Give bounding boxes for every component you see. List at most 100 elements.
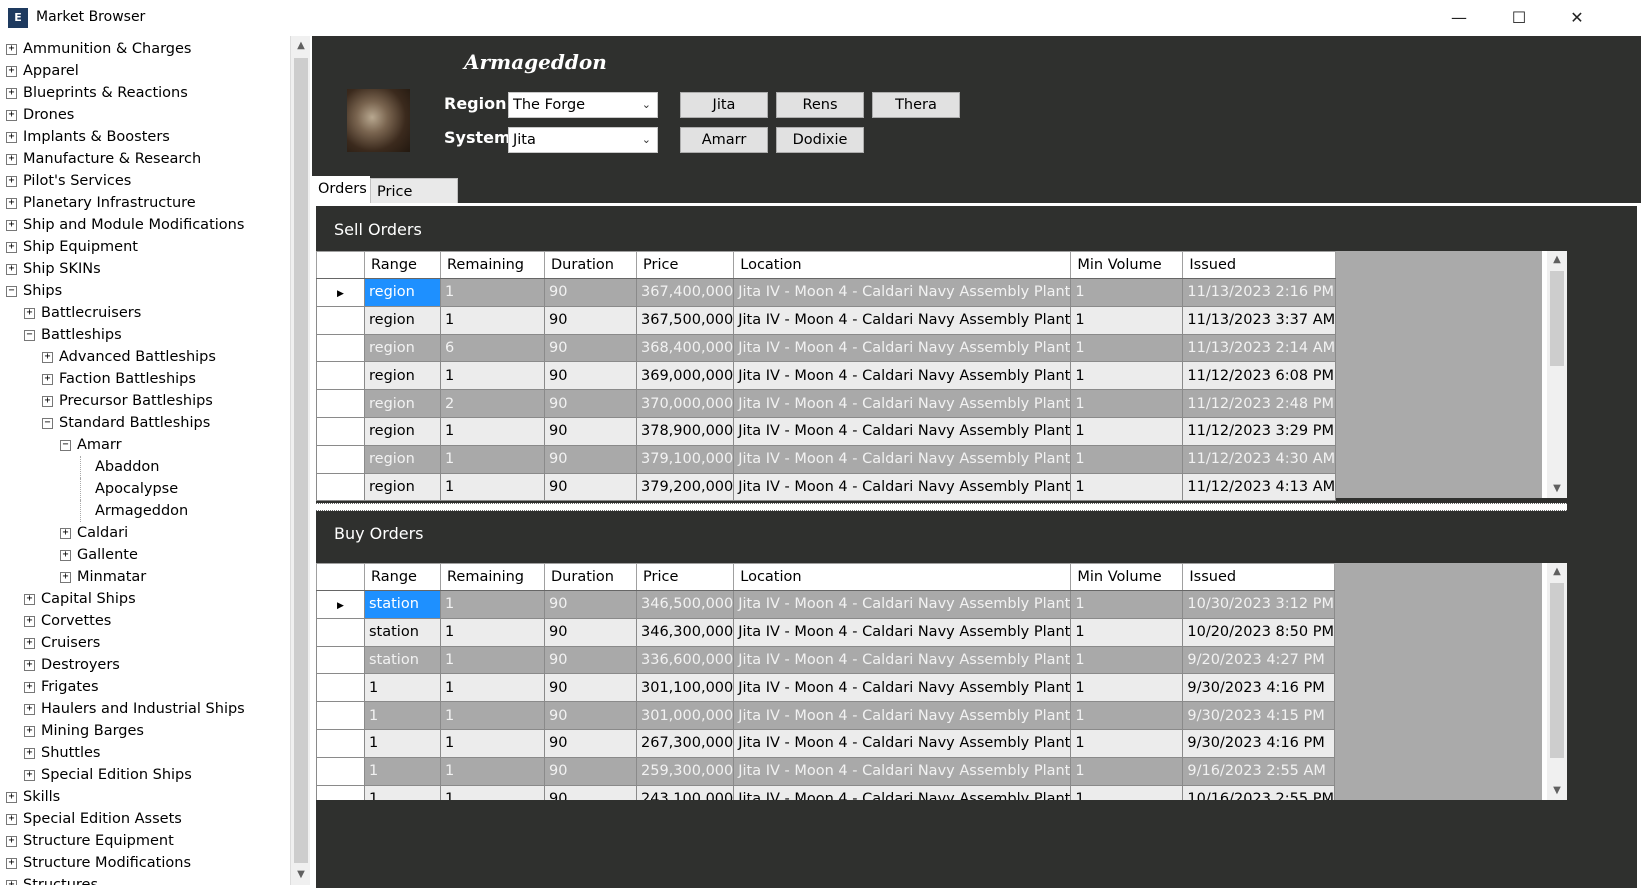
table-cell[interactable]: 1 — [1070, 333, 1184, 363]
table-cell[interactable]: 11/12/2023 3:29 PM — [1182, 416, 1337, 446]
table-cell[interactable]: 11/12/2023 6:08 PM — [1182, 361, 1337, 391]
table-cell[interactable]: 11/13/2023 3:37 AM — [1182, 305, 1337, 335]
row-header[interactable] — [316, 472, 365, 502]
table-cell[interactable]: 367,400,000 — [635, 278, 735, 307]
table-cell[interactable]: Jita IV - Moon 4 - Caldari Navy Assembly… — [733, 305, 1072, 335]
tab-price-history[interactable]: Price History — [370, 178, 458, 227]
tree-item[interactable]: Abaddon — [0, 456, 289, 478]
table-cell[interactable]: 301,000,000 — [635, 701, 735, 730]
table-cell[interactable]: station — [364, 645, 441, 675]
tree-item[interactable]: + Capital Ships — [0, 588, 289, 610]
table-cell[interactable]: Jita IV - Moon 4 - Caldari Navy Assembly… — [733, 673, 1072, 703]
table-cell[interactable]: region — [364, 305, 441, 335]
expand-icon[interactable]: + — [6, 110, 17, 121]
row-header[interactable] — [316, 673, 365, 703]
table-cell[interactable]: 11/12/2023 4:30 AM — [1182, 444, 1337, 474]
hub-button-thera[interactable]: Thera — [872, 92, 960, 118]
table-cell[interactable]: 11/13/2023 2:16 PM — [1182, 278, 1337, 307]
table-cell[interactable]: 1 — [440, 756, 545, 786]
table-cell[interactable]: 1 — [440, 728, 545, 758]
expand-icon[interactable]: + — [60, 572, 71, 583]
expand-icon[interactable]: + — [24, 594, 35, 605]
table-row[interactable]: region 1 90 378,900,000 Jita IV - Moon 4 - C… — [316, 416, 1337, 446]
table-cell[interactable]: station — [364, 590, 441, 619]
tree-item[interactable]: + Haulers and Industrial Ships — [0, 698, 289, 720]
expand-icon[interactable]: + — [24, 726, 35, 737]
tree-item[interactable]: + Faction Battleships — [0, 368, 289, 390]
column-header[interactable]: Price — [635, 251, 735, 279]
row-header[interactable] — [316, 728, 365, 758]
row-header[interactable]: ▶ — [316, 278, 365, 307]
table-cell[interactable]: 90 — [544, 444, 637, 474]
row-header[interactable] — [316, 617, 365, 647]
row-header[interactable] — [316, 389, 365, 418]
table-cell[interactable]: Jita IV - Moon 4 - Caldari Navy Assembly… — [733, 645, 1072, 675]
tree-item[interactable]: + Blueprints & Reactions — [0, 82, 289, 104]
table-cell[interactable]: 1 — [440, 701, 545, 730]
table-cell[interactable]: 1 — [1070, 728, 1184, 758]
tree-item[interactable]: − Standard Battleships — [0, 412, 289, 434]
expand-icon[interactable]: + — [6, 264, 17, 275]
table-cell[interactable]: 10/20/2023 8:50 PM — [1182, 617, 1335, 647]
table-cell[interactable]: region — [364, 416, 441, 446]
expand-icon[interactable]: + — [24, 616, 35, 627]
tab-orders[interactable]: Orders — [312, 176, 370, 205]
table-cell[interactable]: 10/16/2023 2:55 PM — [1182, 784, 1335, 800]
table-cell[interactable]: 6 — [440, 333, 545, 363]
tree-item[interactable]: + Corvettes — [0, 610, 289, 632]
table-cell[interactable]: 9/16/2023 2:55 AM — [1182, 756, 1335, 786]
expand-icon[interactable]: + — [60, 528, 71, 539]
table-cell[interactable]: region — [364, 333, 441, 363]
table-cell[interactable]: 379,200,000 — [635, 472, 735, 502]
row-header[interactable] — [316, 305, 365, 335]
table-row[interactable]: 1 1 90 267,300,000 Jita IV - Moon 4 - Caldar… — [316, 728, 1335, 758]
table-cell[interactable]: 1 — [1070, 645, 1184, 675]
expand-icon[interactable]: + — [42, 374, 53, 385]
table-cell[interactable]: 346,300,000 — [635, 617, 735, 647]
table-cell[interactable]: 9/30/2023 4:15 PM — [1182, 701, 1335, 730]
expand-icon[interactable]: + — [24, 704, 35, 715]
table-row[interactable]: 1 1 90 243,100,000 Jita IV - Moon 4 - Caldar… — [316, 784, 1335, 800]
table-cell[interactable]: 11/12/2023 2:48 PM — [1182, 389, 1337, 418]
collapse-icon[interactable]: − — [60, 440, 71, 451]
table-cell[interactable]: 1 — [440, 472, 545, 502]
table-row[interactable]: region 1 90 379,100,000 Jita IV - Moon 4 - C… — [316, 444, 1337, 474]
table-cell[interactable]: 1 — [440, 617, 545, 647]
table-cell[interactable]: 1 — [1070, 673, 1184, 703]
table-cell[interactable]: 90 — [544, 756, 637, 786]
column-header[interactable]: Price — [635, 563, 735, 591]
row-header[interactable] — [316, 444, 365, 474]
expand-icon[interactable]: + — [24, 748, 35, 759]
tree-item[interactable]: + Special Edition Ships — [0, 764, 289, 786]
table-cell[interactable]: 1 — [364, 728, 441, 758]
table-cell[interactable]: 90 — [544, 673, 637, 703]
table-cell[interactable]: Jita IV - Moon 4 - Caldari Navy Assembly… — [733, 361, 1072, 391]
table-cell[interactable]: Jita IV - Moon 4 - Caldari Navy Assembly… — [733, 728, 1072, 758]
table-cell[interactable]: 2 — [440, 389, 545, 418]
expand-icon[interactable]: + — [24, 770, 35, 781]
maximize-button[interactable]: ☐ — [1490, 0, 1548, 36]
hub-button-rens[interactable]: Rens — [776, 92, 864, 118]
table-cell[interactable]: region — [364, 472, 441, 502]
table-row[interactable]: region 1 90 367,500,000 Jita IV - Moon 4 - C… — [316, 305, 1337, 335]
system-select[interactable]: Jita ⌄ — [508, 127, 658, 153]
tree-item[interactable]: + Structure Modifications — [0, 852, 289, 874]
table-cell[interactable]: 1 — [1070, 701, 1184, 730]
tree-item[interactable]: + Shuttles — [0, 742, 289, 764]
tree-item[interactable]: + Mining Barges — [0, 720, 289, 742]
table-cell[interactable]: 1 — [440, 784, 545, 800]
tree-item[interactable]: + Caldari — [0, 522, 289, 544]
scroll-down-icon[interactable]: ▼ — [291, 865, 310, 885]
table-cell[interactable]: 1 — [1070, 389, 1184, 418]
expand-icon[interactable]: + — [6, 814, 17, 825]
table-cell[interactable]: Jita IV - Moon 4 - Caldari Navy Assembly… — [733, 389, 1072, 418]
tree-item[interactable]: + Manufacture & Research — [0, 148, 289, 170]
table-cell[interactable]: 368,400,000 — [635, 333, 735, 363]
tree-item[interactable]: + Skills — [0, 786, 289, 808]
tree-item[interactable]: + Implants & Boosters — [0, 126, 289, 148]
expand-icon[interactable]: + — [24, 638, 35, 649]
table-cell[interactable]: 90 — [544, 590, 637, 619]
tree-item[interactable]: − Ships — [0, 280, 289, 302]
expand-icon[interactable]: + — [42, 396, 53, 407]
table-cell[interactable]: 9/30/2023 4:16 PM — [1182, 673, 1335, 703]
